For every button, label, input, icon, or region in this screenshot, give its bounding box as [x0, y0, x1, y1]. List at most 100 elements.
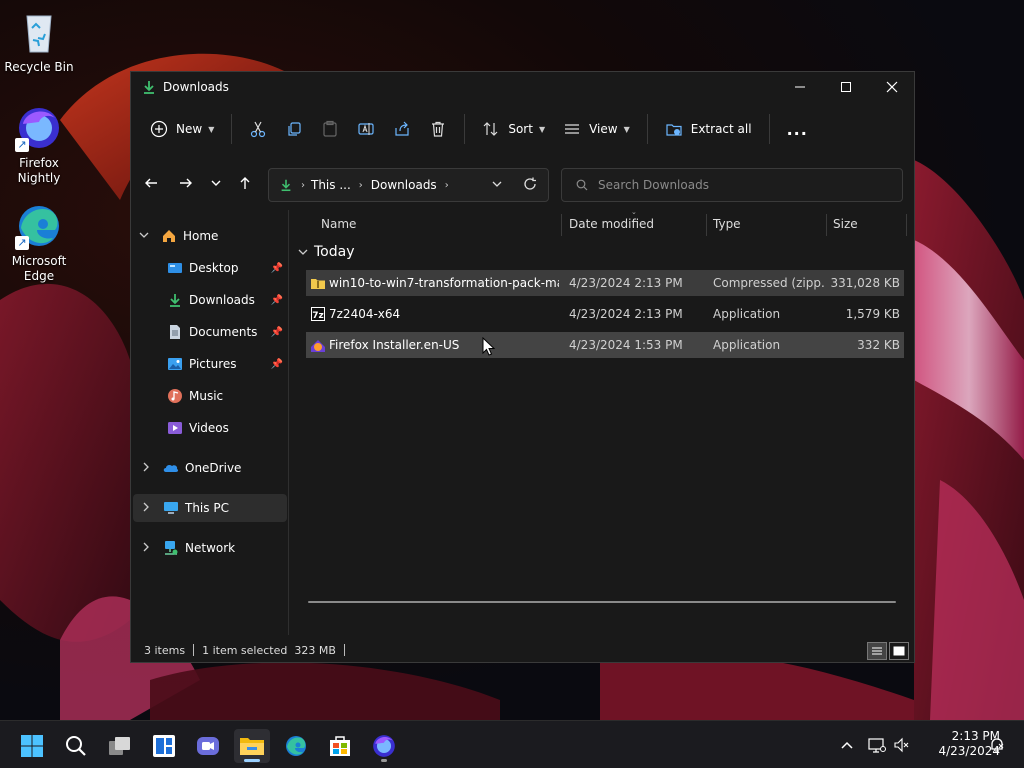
refresh-button[interactable] [523, 177, 537, 194]
desktop-icon-microsoft-edge[interactable]: ↗ Microsoft Edge [1, 202, 77, 284]
widgets-button[interactable] [146, 729, 182, 763]
cut-button[interactable] [240, 113, 276, 145]
chevron-up-icon [841, 741, 853, 749]
file-name: win10-to-win7-transformation-pack-ma... [329, 276, 559, 290]
extract-all-button[interactable]: Extract all [656, 113, 761, 145]
extract-all-label: Extract all [690, 122, 752, 136]
show-hidden-icons-button[interactable] [840, 721, 854, 768]
search-input[interactable]: Search Downloads [598, 178, 709, 192]
arrow-right-icon [180, 178, 192, 188]
table-row[interactable]: Firefox Installer.en-US 4/23/2024 1:53 P… [306, 332, 904, 358]
address-history-button[interactable] [491, 178, 503, 193]
details-view-icon [872, 647, 882, 655]
column-divider[interactable] [826, 214, 827, 236]
nav-item-this-pc[interactable]: This PC [133, 494, 287, 522]
download-arrow-icon [281, 179, 291, 192]
details-view-button[interactable] [867, 642, 887, 660]
view-button[interactable]: View ▼ [554, 113, 639, 145]
address-bar[interactable]: › This ... › Downloads › [268, 168, 549, 202]
new-label: New [176, 122, 203, 136]
volume-tray-icon[interactable] [894, 721, 910, 768]
breadcrumb-downloads[interactable]: Downloads [371, 178, 437, 192]
column-divider[interactable] [561, 214, 562, 236]
group-label: Today [314, 244, 355, 260]
task-view-button[interactable] [102, 729, 138, 763]
table-row[interactable]: win10-to-win7-transformation-pack-ma... … [306, 270, 904, 296]
new-button[interactable]: New ▼ [141, 113, 223, 145]
expand-arrow-icon[interactable] [141, 501, 151, 515]
back-button[interactable] [137, 169, 165, 197]
store-taskbar-button[interactable] [322, 729, 358, 763]
up-button[interactable] [231, 169, 259, 197]
paste-button[interactable] [312, 113, 348, 145]
delete-button[interactable] [420, 113, 456, 145]
pin-icon: 📌 [270, 262, 283, 274]
nav-item-home[interactable]: Home [133, 222, 287, 250]
chevron-down-icon [298, 249, 308, 255]
close-button[interactable] [869, 72, 915, 102]
maximize-button[interactable] [823, 72, 869, 102]
tiles-view-icon [893, 646, 905, 656]
expand-arrow-icon[interactable] [139, 229, 149, 243]
more-options-button[interactable]: ... [778, 113, 817, 145]
search-box[interactable]: Search Downloads [561, 168, 903, 202]
expand-arrow-icon[interactable] [141, 461, 151, 475]
speaker-muted-icon [894, 737, 909, 753]
nav-item-videos[interactable]: Videos [133, 414, 287, 442]
forward-button[interactable] [172, 169, 200, 197]
network-tray-icon[interactable] [868, 721, 886, 768]
column-header-type[interactable]: Type [713, 210, 741, 238]
nav-item-music[interactable]: Music [133, 382, 287, 410]
desktop-icon-recycle-bin[interactable]: Recycle Bin [1, 8, 77, 74]
desktop-icon-firefox-nightly[interactable]: ↗ Firefox Nightly [1, 104, 77, 186]
edge-taskbar-button[interactable] [278, 729, 314, 763]
title-bar[interactable]: Downloads [131, 72, 914, 102]
sort-indicator-icon: ⌄ [631, 208, 637, 216]
recent-locations-button[interactable] [202, 169, 230, 197]
nav-item-network[interactable]: Network [133, 534, 287, 562]
video-chat-icon [197, 737, 219, 755]
chevron-down-icon [139, 232, 149, 238]
rename-button[interactable] [348, 113, 384, 145]
sort-button[interactable]: Sort ▼ [473, 113, 554, 145]
table-row[interactable]: 7z 7z2404-x64 4/23/2024 2:13 PM Applicat… [306, 301, 904, 327]
nav-label-downloads: Downloads [189, 293, 255, 307]
firefox-nightly-icon: ↗ [15, 104, 63, 152]
shortcut-arrow-icon: ↗ [15, 236, 29, 250]
file-size: 332 KB [857, 338, 900, 352]
download-arrow-icon [170, 294, 180, 307]
nav-item-onedrive[interactable]: OneDrive [133, 454, 287, 482]
desktop-folder-icon [168, 263, 182, 273]
edge-icon [286, 736, 306, 756]
chevron-right-icon [143, 542, 149, 552]
tiles-view-button[interactable] [889, 642, 909, 660]
notification-button[interactable] [988, 721, 1006, 768]
share-button[interactable] [384, 113, 420, 145]
file-list[interactable]: Name Date modified ⌄ Type Size Today win… [290, 208, 914, 635]
status-separator [193, 644, 195, 656]
start-button[interactable] [14, 729, 50, 763]
nav-item-downloads[interactable]: Downloads 📌 [133, 286, 287, 314]
column-header-name[interactable]: Name [321, 210, 356, 238]
horizontal-scrollbar[interactable] [308, 601, 896, 603]
group-header-today[interactable]: Today [298, 244, 355, 260]
nav-item-desktop[interactable]: Desktop 📌 [133, 254, 287, 282]
column-divider[interactable] [706, 214, 707, 236]
expand-arrow-icon[interactable] [141, 541, 151, 555]
column-divider[interactable] [906, 214, 907, 236]
file-explorer-taskbar-button[interactable] [234, 729, 270, 763]
search-taskbar-button[interactable] [58, 729, 94, 763]
minimize-button[interactable] [777, 72, 823, 102]
column-header-size[interactable]: Size [833, 210, 858, 238]
active-indicator [244, 759, 260, 762]
copy-button[interactable] [276, 113, 312, 145]
search-icon [66, 736, 86, 756]
file-explorer-window[interactable]: Downloads New ▼ Sort ▼ View ▼ Extract al… [130, 71, 915, 663]
nav-item-documents[interactable]: Documents 📌 [133, 318, 287, 346]
breadcrumb-this-pc[interactable]: This ... [311, 178, 351, 192]
firefox-nightly-taskbar-button[interactable] [366, 729, 402, 763]
nav-item-pictures[interactable]: Pictures 📌 [133, 350, 287, 378]
teams-chat-button[interactable] [190, 729, 226, 763]
folder-icon [240, 738, 264, 755]
column-header-date-modified[interactable]: Date modified [569, 210, 654, 238]
